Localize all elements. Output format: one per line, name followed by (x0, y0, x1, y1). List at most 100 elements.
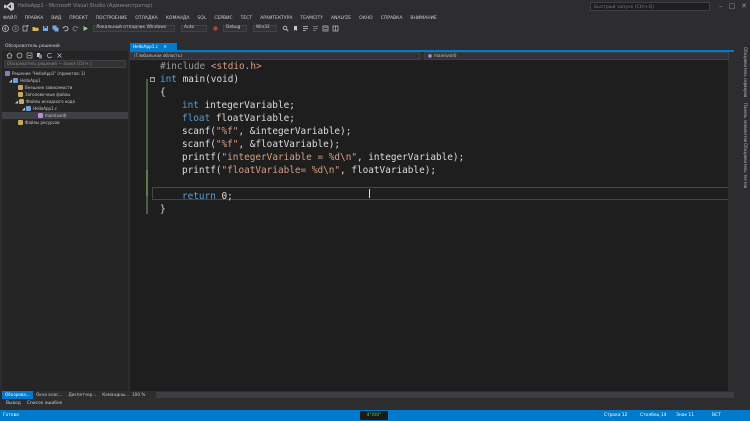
quick-launch-input[interactable]: Быстрый запуск (Ctrl+Q) (590, 2, 710, 11)
refresh-icon[interactable] (46, 52, 53, 59)
tab-output[interactable]: Вывод (3, 401, 24, 406)
visual-studio-logo-icon (4, 2, 14, 11)
status-bar: Готово 4°/00° Строка 12 Столбец 14 Знак … (0, 410, 750, 421)
function-icon: ■ (428, 53, 432, 58)
code-line: int integerVariable; (182, 100, 295, 111)
output-tabs: Вывод Список ошибок (0, 399, 750, 408)
sync-icon[interactable] (16, 52, 23, 59)
folder-icon (18, 85, 23, 90)
tab-property-manager[interactable]: Диспетчер... (65, 391, 99, 399)
secondary-toolbar (0, 34, 750, 43)
status-line: Строка 12 (604, 413, 628, 418)
tree-item-project[interactable]: ◢ HelloApp1 (9, 77, 41, 84)
menu-file[interactable]: ФАЙЛ (0, 16, 22, 21)
menu-project[interactable]: ПРОЕКТ (66, 16, 92, 21)
code-line: float floatVariable; (182, 113, 295, 124)
menu-analyze[interactable]: ANALYZE (328, 16, 356, 21)
uncomment-icon[interactable] (312, 25, 319, 32)
close-tab-icon[interactable]: ✕ (163, 44, 167, 49)
zoom-level[interactable]: 100 % (130, 391, 156, 399)
tree-item-resource-files[interactable]: Файлы ресурсов (18, 119, 60, 126)
comment-icon[interactable] (302, 25, 309, 32)
code-line: scanf("%f", &floatVariable); (182, 139, 341, 150)
text-caret (369, 189, 370, 198)
home-icon[interactable] (6, 52, 13, 59)
save-all-icon[interactable] (52, 25, 59, 32)
properties-icon[interactable] (56, 52, 63, 59)
menu-view[interactable]: ВИД (48, 16, 66, 21)
menu-test[interactable]: ТЕСТ (238, 16, 257, 21)
menu-team[interactable]: КОМАНДА (163, 16, 195, 21)
undo-icon[interactable] (62, 25, 69, 32)
solution-explorer-toolbar (2, 51, 128, 60)
tab-test-explorer[interactable]: Обозреватель тестов (740, 143, 748, 188)
debug-target-select[interactable]: Локальный отладчик Windows (93, 24, 175, 32)
redo-icon[interactable] (72, 25, 79, 32)
menu-edit[interactable]: ПРАВКА (22, 16, 49, 21)
tree-item-solution[interactable]: Решение "HelloApp1" (проектов: 1) (5, 70, 85, 77)
new-project-icon[interactable] (22, 24, 29, 32)
expand-arrow-icon: ◢ (22, 106, 26, 111)
menu-attention[interactable]: ВНИМАНИЕ (407, 16, 441, 21)
maximize-button[interactable]: □ (729, 0, 736, 13)
status-insert-mode: ВСТ (712, 413, 721, 418)
folder-icon (19, 99, 25, 104)
status-indicator: 4°/00° (360, 411, 388, 420)
find-icon[interactable] (282, 25, 289, 32)
status-text: Готово (3, 413, 19, 418)
code-line: printf("floatVariable= %d\n", floatVaria… (182, 165, 436, 176)
back-icon[interactable] (1, 24, 9, 32)
save-icon[interactable] (42, 25, 49, 32)
menu-tools[interactable]: СЕРВИС (211, 16, 237, 21)
solution-icon (5, 71, 10, 76)
run-mode-select[interactable]: Auto (181, 24, 207, 32)
solution-explorer-title: Обозреватель решений (2, 43, 128, 51)
minimize-button[interactable]: – (719, 0, 723, 13)
close-button[interactable]: ✕ (741, 0, 747, 13)
current-line-highlight (152, 187, 730, 200)
function-icon (38, 113, 43, 118)
scope-dropdown[interactable]: (Глобальная область) (130, 52, 420, 60)
tab-team-explorer[interactable]: Командны... (99, 391, 132, 399)
menu-window[interactable]: ОКНО (356, 16, 378, 21)
standard-toolbar: Локальный отладчик Windows Auto Debug Wi… (0, 22, 750, 34)
tab-server-explorer[interactable]: Обозреватель серверов (740, 47, 748, 97)
forward-icon[interactable] (11, 24, 19, 32)
tree-item-source-file[interactable]: ◢ HelloApp1.c (22, 105, 57, 112)
vertical-scrollbar[interactable] (728, 60, 734, 391)
project-icon (13, 78, 19, 83)
menu-architecture[interactable]: АРХИТЕКТУРА (257, 16, 297, 21)
tree-item-source-files[interactable]: ◢ Файлы исходного кода (15, 98, 75, 105)
breakpoint-icon[interactable] (212, 25, 219, 32)
menu-help[interactable]: СПРАВКА (378, 16, 408, 21)
platform-select[interactable]: Win32 (253, 24, 277, 32)
tab-error-list[interactable]: Список ошибок (24, 401, 66, 406)
tab-toolbox[interactable]: Панель элементов (740, 103, 748, 142)
tab-solution-explorer[interactable]: Обозрева... (2, 391, 33, 399)
configuration-select[interactable]: Debug (223, 24, 247, 32)
tab-class-view[interactable]: Окно клас... (33, 391, 66, 399)
tree-item-external-deps[interactable]: Внешние зависимости (18, 84, 72, 91)
tab-hello-app-file[interactable]: HelloApp1.c ✕ (130, 43, 177, 50)
tree-item-header-files[interactable]: Заголовочные файлы (18, 91, 70, 98)
bookmark-icon[interactable] (292, 25, 299, 32)
menu-build[interactable]: ПОСТРОЕНИЕ (93, 16, 133, 21)
tree-item-function[interactable]: main(void) (2, 112, 128, 119)
menu-debug[interactable]: ОТЛАДКА (132, 16, 163, 21)
horizontal-scrollbar[interactable] (156, 392, 734, 398)
member-dropdown[interactable]: ■ main(void) (424, 52, 729, 60)
start-debugging-icon[interactable] (82, 25, 89, 32)
c-file-icon (26, 106, 32, 111)
window-title: HelloApp1 - Microsoft Visual Studio (Адм… (18, 3, 153, 9)
open-folder-icon[interactable] (32, 25, 39, 32)
properties-icon[interactable] (322, 25, 329, 32)
code-line: #include <stdio.h> (160, 61, 262, 72)
code-editor[interactable]: − #include <stdio.h> int main(void) { in… (130, 60, 734, 391)
show-all-files-icon[interactable] (36, 52, 43, 59)
collapse-all-icon[interactable] (26, 52, 33, 59)
menu-sql[interactable]: SQL (194, 16, 211, 21)
collapse-icon[interactable]: − (150, 77, 155, 82)
solution-search-input[interactable]: Обозреватель решений — поиск (Ctrl+;) (4, 60, 126, 68)
menu-teamcity[interactable]: TEAMCITY (297, 16, 328, 21)
layout-icon[interactable] (332, 25, 339, 32)
